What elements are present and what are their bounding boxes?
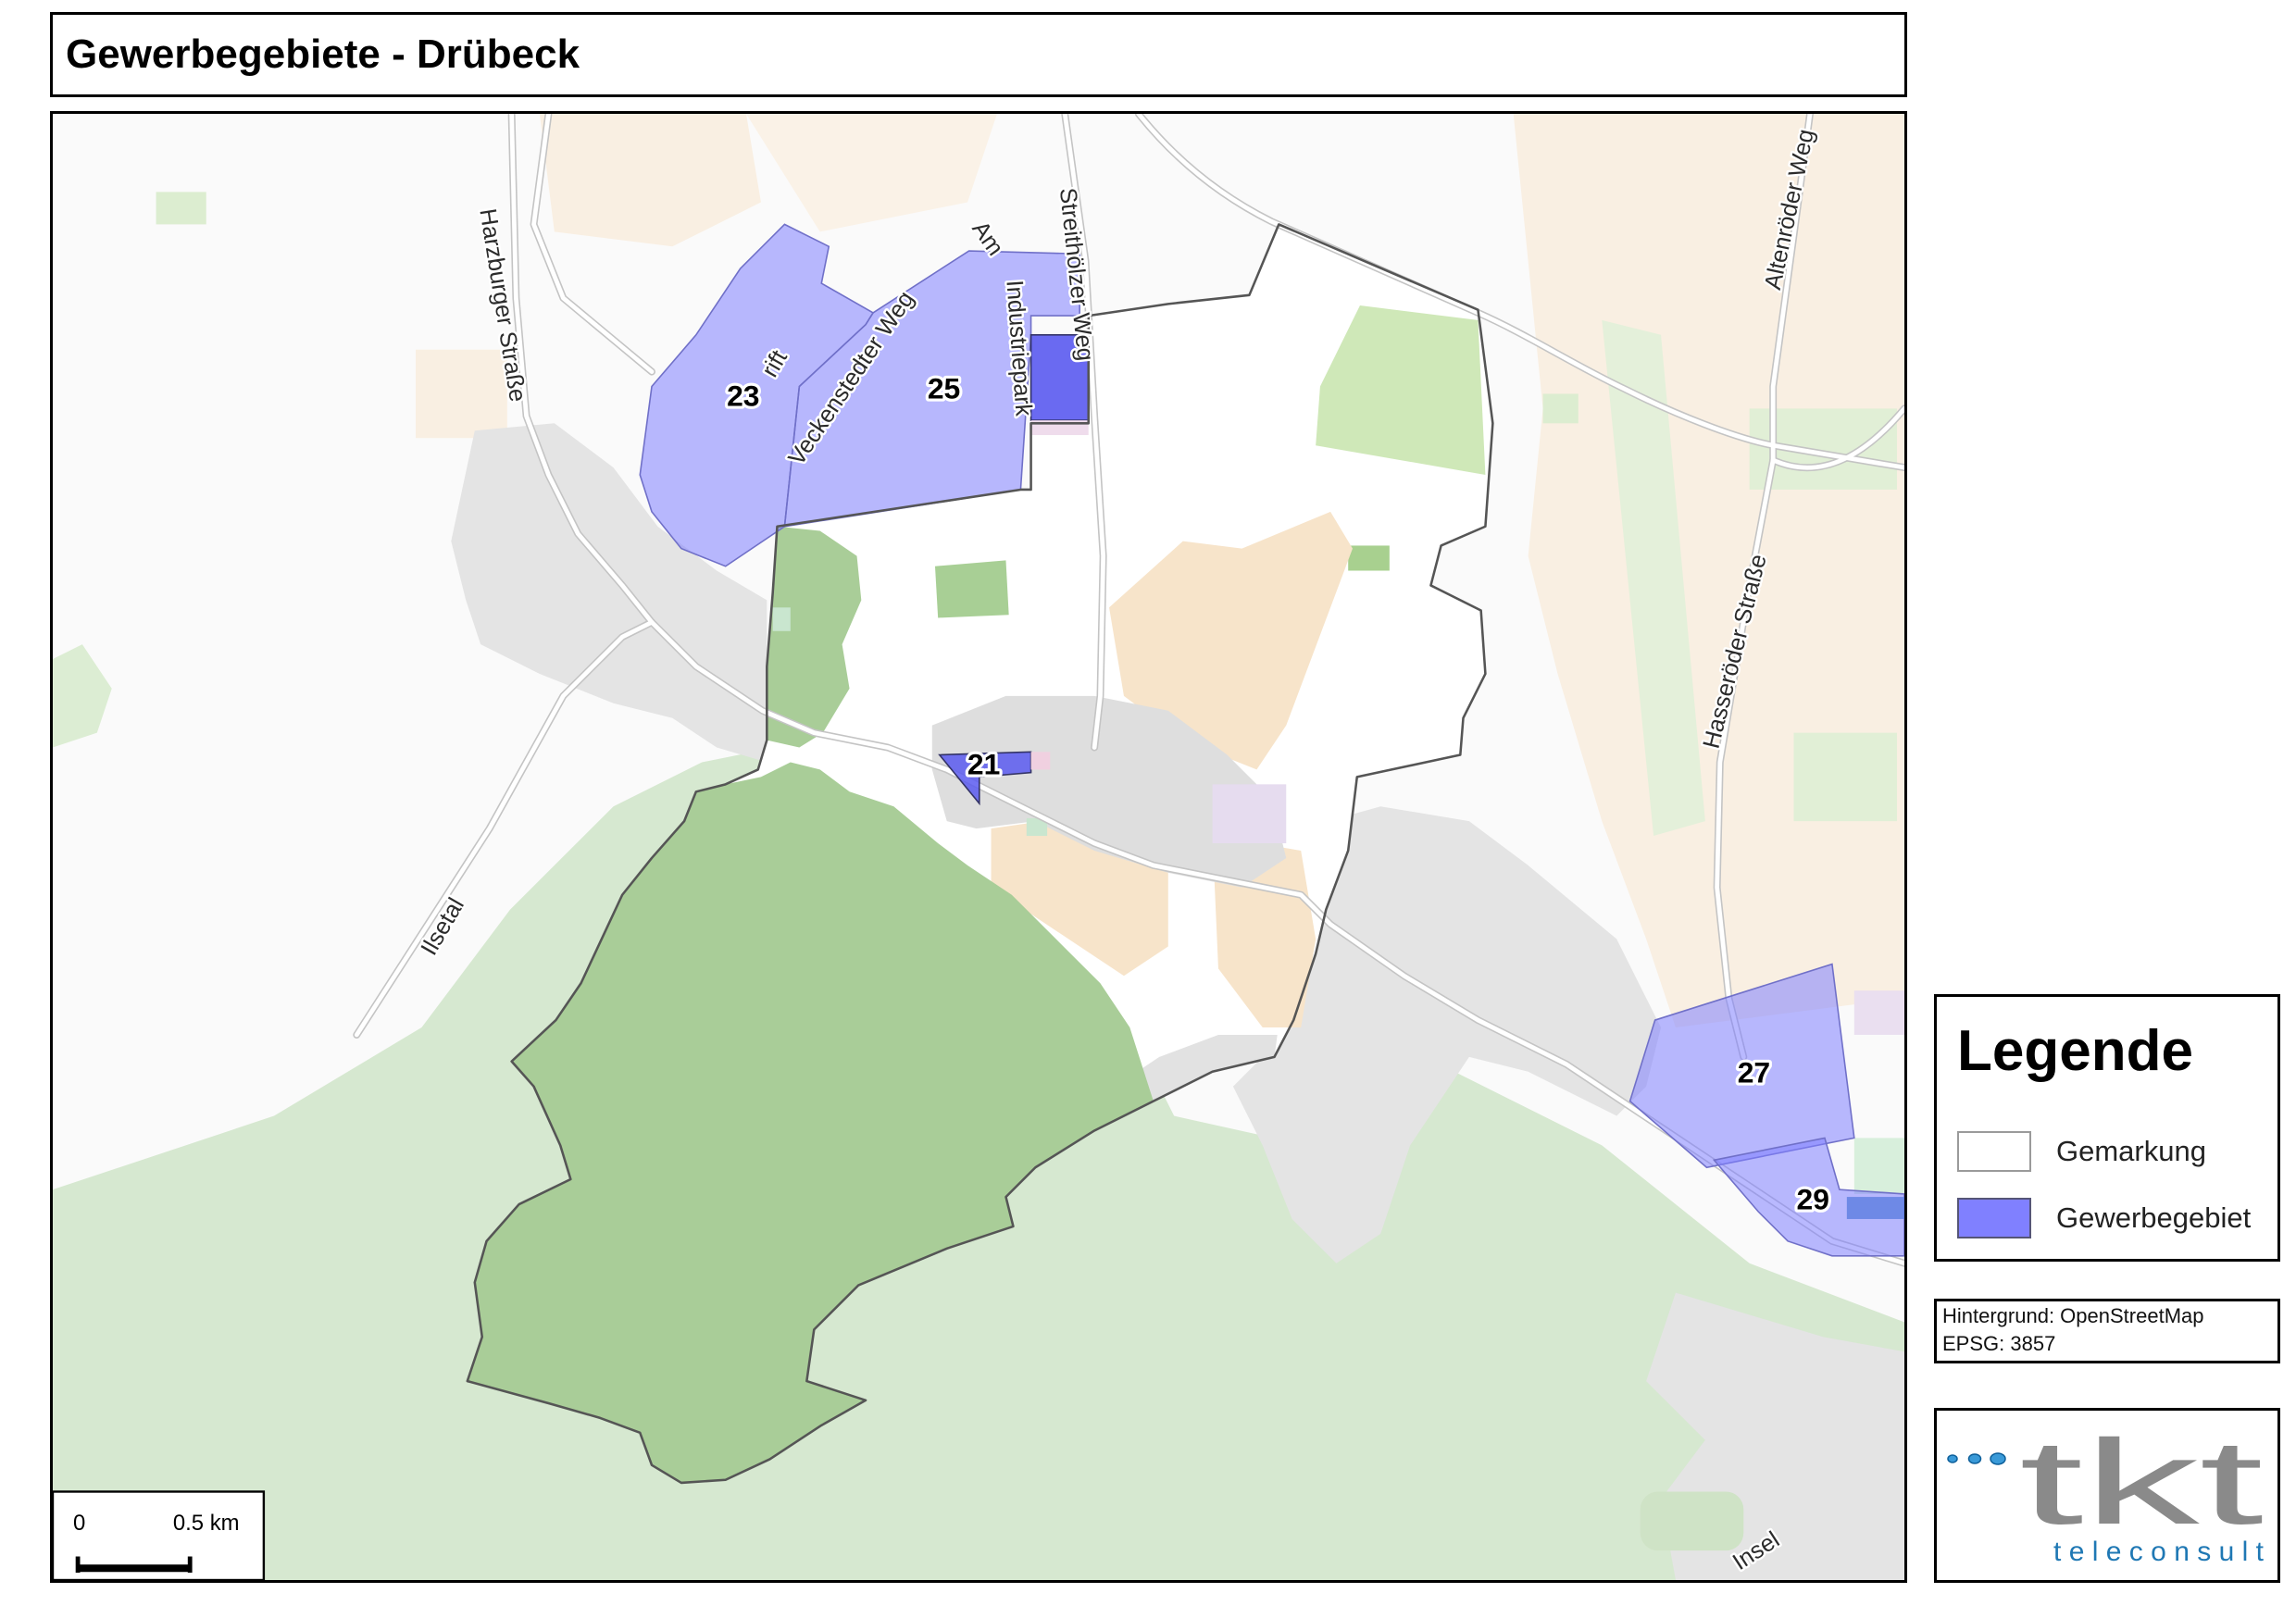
logo-dot-icon (1947, 1454, 1958, 1463)
swatch-fill-gemarkung (1957, 1131, 2031, 1172)
swatch-fill-gewerbegebiet (1957, 1198, 2031, 1238)
pink-parcel (1030, 752, 1051, 770)
meadow-patch (1542, 393, 1578, 424)
gewerbegebiet-29-strip (1846, 1197, 1904, 1219)
lavender-patch (1853, 990, 1904, 1035)
meadow-patch-insel (1640, 1491, 1744, 1551)
info-background-source: Hintergrund: OpenStreetMap (1942, 1304, 2204, 1327)
area-label-21: 21 (967, 748, 1000, 781)
field-patch (416, 349, 507, 439)
legend-box: Legende Gemarkung Gewerbegebiet (1934, 994, 2280, 1262)
map-frame: Harzburger Straße Veckenstedter Weg rift… (50, 111, 1907, 1583)
legend-swatch-gemarkung (1957, 1131, 2031, 1172)
source-info-box: Hintergrund: OpenStreetMap EPSG: 3857 (1934, 1299, 2280, 1363)
logo-mark: tkt (2019, 1414, 2264, 1550)
green-patch (772, 607, 791, 631)
area-label-29: 29 (1796, 1182, 1828, 1215)
legend-title: Legende (1957, 1019, 2193, 1083)
field-green-small (1348, 545, 1390, 571)
field-green (934, 560, 1009, 618)
scale-bar-start: 0 (73, 1511, 85, 1536)
info-epsg: EPSG: 3857 (1942, 1332, 2056, 1355)
green-patch (1853, 1138, 1904, 1194)
map-canvas: Harzburger Straße Veckenstedter Weg rift… (53, 114, 1904, 1580)
lavender-patch (1212, 784, 1287, 844)
meadow-patch (156, 192, 206, 225)
legend-label-gewerbegebiet: Gewerbegebiet (2056, 1201, 2252, 1234)
map-title: Gewerbegebiete - Drübeck (66, 31, 580, 77)
scale-bar: 0 0.5 km (53, 1490, 266, 1580)
logo-dot-icon (1967, 1453, 1982, 1464)
tkt-logo: tkt teleconsult (1947, 1414, 2265, 1567)
area-label-23: 23 (727, 380, 759, 413)
logo-dot-icon (1990, 1452, 2006, 1465)
logo-box: tkt teleconsult (1934, 1408, 2280, 1583)
scale-bar-end: 0.5 km (173, 1511, 240, 1536)
area-label-25: 25 (928, 372, 960, 405)
meadow-patch (1793, 732, 1898, 822)
area-label-27: 27 (1738, 1055, 1770, 1089)
legend-swatch-gewerbegebiet (1957, 1198, 2031, 1238)
legend-label-gemarkung: Gemarkung (2056, 1135, 2206, 1167)
title-box: Gewerbegebiete - Drübeck (50, 12, 1907, 97)
